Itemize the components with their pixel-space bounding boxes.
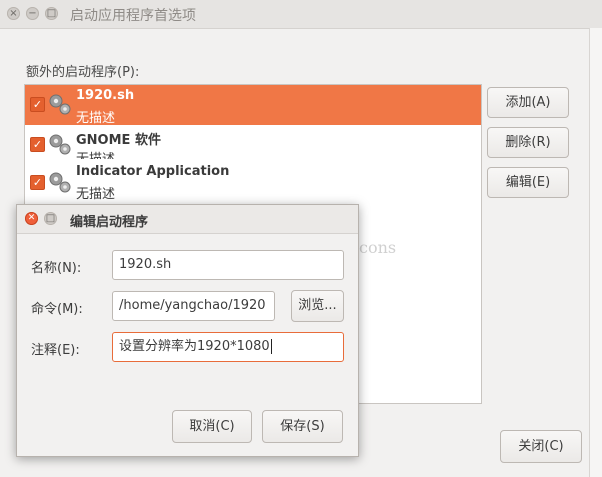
browse-button[interactable]: 浏览... [291, 290, 344, 322]
background-window-edge [589, 28, 602, 477]
list-item[interactable]: ✓ GNOME 软件 无描述 [25, 125, 481, 165]
edit-startup-dialog: ✕ □ 编辑启动程序 名称(N): 1920.sh 命令(M): /home/y… [16, 204, 359, 457]
program-name: GNOME 软件 [76, 133, 161, 148]
window-title: 启动应用程序首选项 [70, 8, 196, 24]
extra-programs-label: 额外的启动程序(P): [26, 65, 140, 80]
gears-icon [49, 172, 71, 193]
dialog-title: 编辑启动程序 [70, 215, 149, 230]
maximize-icon[interactable]: □ [45, 7, 58, 20]
program-name: 1920.sh [76, 88, 135, 103]
cancel-button[interactable]: 取消(C) [172, 410, 252, 443]
list-item[interactable]: ✓ 1920.sh 无描述 [25, 85, 481, 126]
close-button[interactable]: 关闭(C) [500, 430, 582, 463]
minimize-icon[interactable]: − [26, 7, 39, 20]
command-label: 命令(M): [31, 302, 83, 317]
checkbox[interactable]: ✓ [30, 97, 45, 112]
comment-value: 设置分辨率为1920*1080 [119, 339, 270, 354]
window-titlebar: × − □ 启动应用程序首选项 [0, 0, 602, 29]
program-name: Indicator Application [76, 164, 230, 179]
comment-label: 注释(E): [31, 343, 80, 358]
dialog-titlebar: ✕ □ 编辑启动程序 [17, 205, 358, 234]
comment-field[interactable]: 设置分辨率为1920*1080 [112, 332, 344, 362]
maximize-icon[interactable]: □ [44, 212, 57, 225]
add-button[interactable]: 添加(A) [487, 87, 569, 118]
gears-icon [49, 134, 71, 155]
close-icon[interactable]: × [7, 7, 20, 20]
program-description: 无描述 [76, 148, 115, 159]
edit-button[interactable]: 编辑(E) [487, 167, 569, 198]
command-field[interactable]: /home/yangchao/1920 [112, 291, 275, 321]
list-item[interactable]: ✓ Indicator Application 无描述 [25, 163, 481, 203]
program-description: 无描述 [76, 111, 116, 126]
checkbox[interactable]: ✓ [30, 137, 45, 152]
save-button[interactable]: 保存(S) [262, 410, 343, 443]
name-field[interactable]: 1920.sh [112, 250, 344, 280]
close-icon[interactable]: ✕ [25, 212, 38, 225]
text-caret [270, 339, 272, 354]
program-description: 无描述 [76, 187, 116, 202]
remove-button[interactable]: 删除(R) [487, 127, 569, 158]
checkbox[interactable]: ✓ [30, 175, 45, 190]
gears-icon [49, 94, 71, 115]
name-label: 名称(N): [31, 261, 82, 276]
